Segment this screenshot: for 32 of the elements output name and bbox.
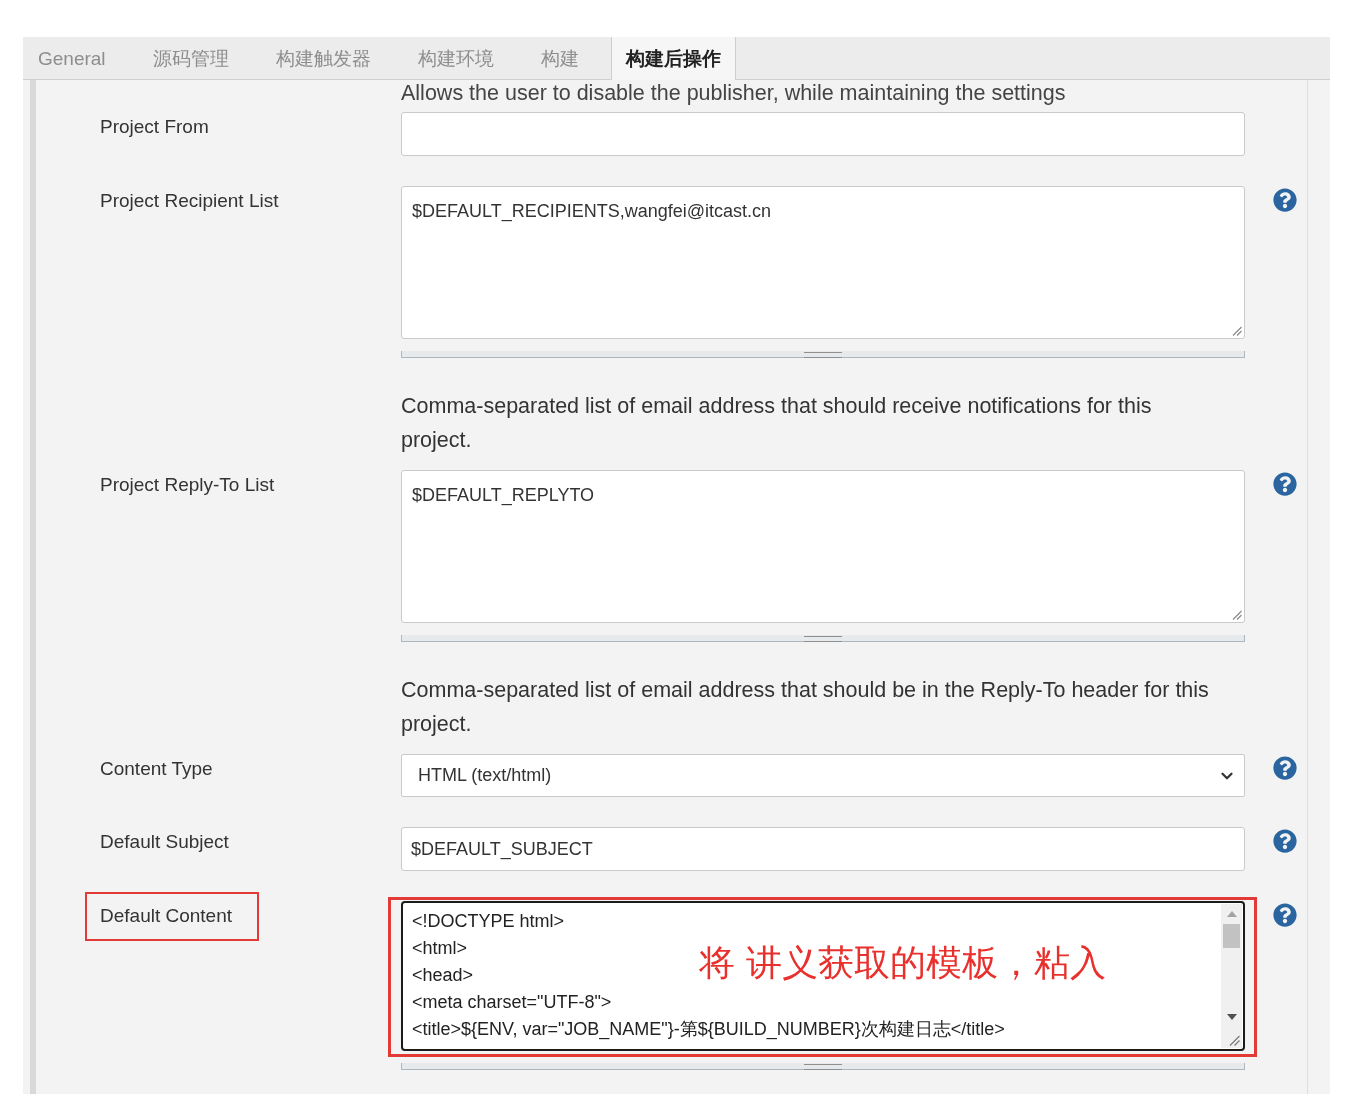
select-dropdown[interactable]: HTML (text/html) [401,754,1245,797]
scrollbar-thumb[interactable] [1223,924,1240,948]
up-arrow-icon[interactable] [1226,911,1237,917]
select-value: HTML (text/html) [418,765,552,786]
text-input[interactable] [401,112,1245,156]
field-label: Default Content [100,905,233,927]
field-label: Project From [100,116,209,138]
annotation-text: 将 讲义获取的模板，粘入 [699,943,1107,983]
resize-handle[interactable] [401,351,1245,358]
help-icon[interactable] [1273,903,1297,927]
help-icon[interactable] [1273,472,1297,496]
field-description: Comma-separated list of email address that should be in the Reply-To header for this project. [401,677,1210,738]
scrollbar[interactable] [1221,904,1242,1048]
field-label: Content Type [100,758,213,780]
down-arrow-icon[interactable] [1226,1014,1237,1020]
text-area[interactable]: $DEFAULT_RECIPIENTS,wangfei@itcast.cn [401,186,1245,339]
field-label: Project Reply-To List [100,474,275,496]
notice-text: Allows the user to disable the publisher, while maintaining the settings [401,81,1067,105]
resize-handle[interactable] [401,1063,1245,1070]
field-label: Project Recipient List [100,190,279,212]
help-icon[interactable] [1273,756,1297,780]
resize-grip-icon[interactable] [1232,610,1242,620]
resize-handle[interactable] [401,635,1245,642]
field-description: Comma-separated list of email address that should receive notifications for this project. [401,393,1153,454]
tab[interactable]: 构建后操作 [610,37,736,80]
text-input[interactable]: $DEFAULT_SUBJECT [401,827,1245,871]
resize-grip-icon[interactable] [1229,1035,1240,1046]
help-icon[interactable] [1273,188,1297,212]
text-area[interactable]: $DEFAULT_REPLYTO [401,470,1245,623]
field-label: Default Subject [100,831,229,853]
help-icon[interactable] [1273,829,1297,853]
resize-grip-icon[interactable] [1232,326,1242,336]
